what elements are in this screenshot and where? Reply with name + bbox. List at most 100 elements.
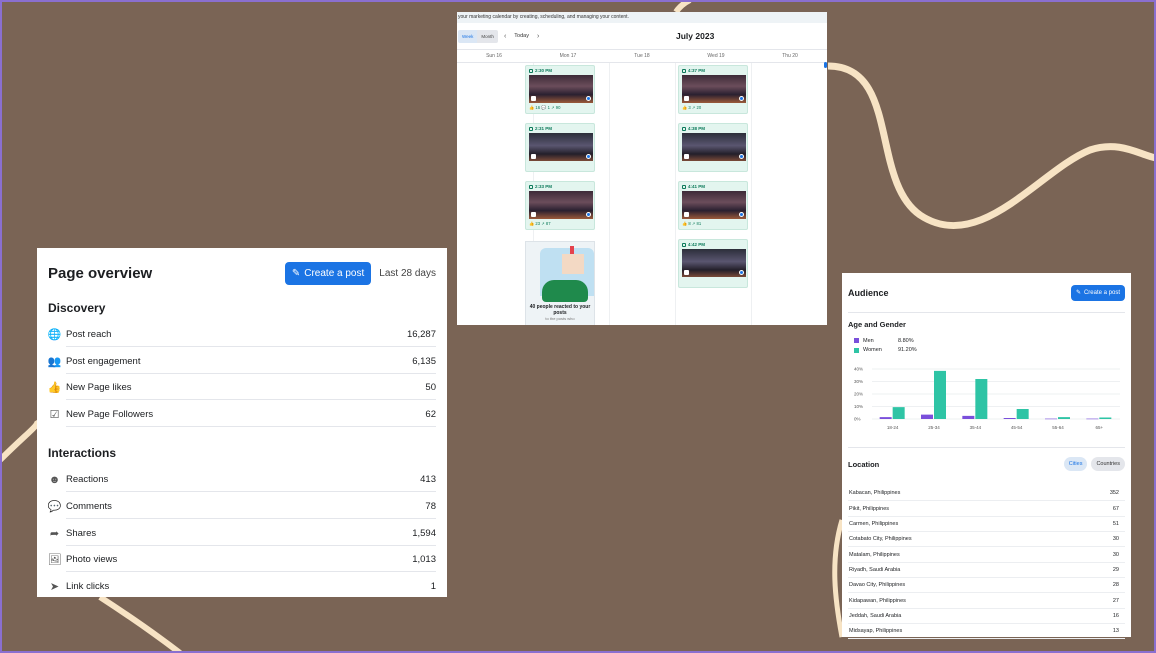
location-name: Kidapawan, Philippines [849,597,906,604]
metric-label: Comments [66,500,112,512]
post-stats: 👍 23 ↗ 87 [529,221,551,226]
bar-women-45-54[interactable] [1016,409,1029,419]
tab-cities[interactable]: Cities [1063,457,1088,471]
next-week-icon[interactable]: › [537,33,539,40]
calendar-grid: 40 people reacted to your posts to the p… [457,63,827,325]
post-time: 4:37 PM [682,68,744,73]
location-value: 16 [1112,612,1119,619]
post-stats [682,279,744,285]
post-thumbnail [682,133,746,161]
bar-men-65+[interactable] [1086,418,1099,420]
bar-women-55-64[interactable] [1058,417,1070,419]
y-tick-label: 40% [854,367,863,372]
planner-calendar-panel: your marketing calendar by creating, sch… [457,12,827,325]
x-tick-label: 55-64 [1052,425,1064,430]
scheduled-post-card[interactable]: 4:37 PM 👍 3 ↗ 20 [678,65,748,114]
bar-women-35-44[interactable] [975,379,988,419]
calendar-scroll-handle[interactable] [824,62,827,68]
prev-week-icon[interactable]: ‹ [504,33,506,40]
interactions-list: ☻ Reactions 413 💬 Comments 78 ➦ Shares 1,594 🖼 Pho… [48,466,436,600]
scheduled-post-card[interactable]: 4:42 PM [678,239,748,288]
location-value: 51 [1112,520,1119,527]
bar-men-25-34[interactable] [921,414,933,419]
day-header: Tue 18 [634,53,650,59]
calendar-icon [529,184,533,189]
metric-row[interactable]: ☑ New Page Followers 62 [48,401,436,428]
scheduled-post-card[interactable]: 4:41 PM 👍 8 ↗ 81 [678,181,748,230]
location-row: Kabacan, Philippines 352 [848,486,1125,502]
scheduled-post-card[interactable]: 2:30 PM 👍 16 💬 1 ↗ 90 [525,65,595,114]
y-tick-label: 30% [854,379,863,384]
metric-row[interactable]: 🌐 Post reach 16,287 [48,321,436,348]
thumbs-up-icon: 👍 [47,382,62,395]
metric-row[interactable]: 🖼 Photo views 1,013 [48,547,436,574]
metric-value: 1 [430,581,436,593]
location-name: Pikit, Philippines [849,505,890,512]
location-row: Jeddah, Saudi Arabia 16 [848,609,1125,625]
location-row: Davao City, Philippines 28 [848,578,1125,594]
date-range-selector[interactable]: Last 28 days [379,268,436,279]
metric-row[interactable]: ☻ Reactions 413 [48,466,436,493]
reactions-promo-card[interactable]: 40 people reacted to your posts to the p… [525,241,595,325]
post-stats: 👍 8 ↗ 81 [682,221,702,226]
location-value: 352 [1109,490,1119,497]
location-row: Cotabato City, Philippines 30 [848,532,1125,548]
post-stats [682,163,744,169]
age-gender-bar-chart: 40% 30% 20% 10% 0% 18-24 25-34 35-44 45-54 55-64 6… [854,367,1120,430]
calendar-icon [529,126,533,131]
metric-label: New Page Followers [66,409,154,421]
view-toggle: Week Month [458,29,498,43]
location-name: Cotabato City, Philippines [849,536,912,543]
facebook-icon [586,212,591,217]
post-thumbnail [529,133,593,161]
location-value: 29 [1112,566,1119,573]
view-week-button[interactable]: Week [458,29,478,43]
metric-value: 50 [425,382,436,394]
metric-row[interactable]: 👍 New Page likes 50 [48,375,436,402]
bar-men-18-24[interactable] [879,417,892,419]
calendar-icon [682,126,686,131]
location-name: Matalam, Philippines [849,551,900,558]
bar-men-45-54[interactable] [1003,418,1016,419]
calendar-icon [529,68,533,73]
bar-men-35-44[interactable] [962,415,975,419]
day-header: Wed 19 [707,53,725,59]
scheduled-post-card[interactable]: 2:31 PM [525,123,595,172]
bar-women-65+[interactable] [1099,417,1112,420]
metric-label: Reactions [66,474,109,486]
post-type-icon [684,96,689,101]
interactions-heading: Interactions [48,446,117,461]
day-header: Mon 17 [559,53,577,59]
metric-label: Link clicks [66,581,110,593]
calendar-icon [682,184,686,189]
location-value: 30 [1112,551,1119,558]
legend-value: 91.20% [898,347,917,354]
scheduled-post-card[interactable]: 4:38 PM [678,123,748,172]
facebook-icon [739,96,744,101]
audience-create-post-button[interactable]: ✎ Create a post [1070,284,1125,301]
metric-row[interactable]: 💬 Comments 78 [48,493,436,520]
today-button[interactable]: Today [514,33,529,39]
facebook-icon [586,96,591,101]
view-month-button[interactable]: Month [477,29,498,43]
bar-women-25-34[interactable] [934,370,946,419]
scheduled-post-card[interactable]: 2:33 PM 👍 23 ↗ 87 [525,181,595,230]
metric-row[interactable]: 👥 Post engagement 6,135 [48,348,436,375]
metric-label: New Page likes [66,382,132,394]
post-thumbnail [529,191,593,219]
post-time: 4:38 PM [682,126,744,131]
age-gender-chart: 40% 30% 20% 10% 0% 18-24 25-34 35-44 45-54 55-64 6… [848,363,1125,443]
overview-title: Page overview [48,264,153,282]
bar-women-18-24[interactable] [892,407,905,419]
tab-countries[interactable]: Countries [1091,457,1125,471]
photo-icon: 🖼 [47,554,62,567]
facebook-icon [739,212,744,217]
x-tick-label: 65+ [1096,425,1104,430]
metric-row[interactable]: ➦ Shares 1,594 [48,520,436,547]
legend-value: 8.80% [898,337,914,344]
bar-men-55-64[interactable] [1045,418,1057,420]
overview-header: Page overview ✎ Create a post Last 28 da… [48,261,436,285]
metric-row[interactable]: ➤ Link clicks 1 [48,573,436,600]
facebook-icon [739,270,744,275]
create-post-button[interactable]: ✎ Create a post [284,261,372,285]
